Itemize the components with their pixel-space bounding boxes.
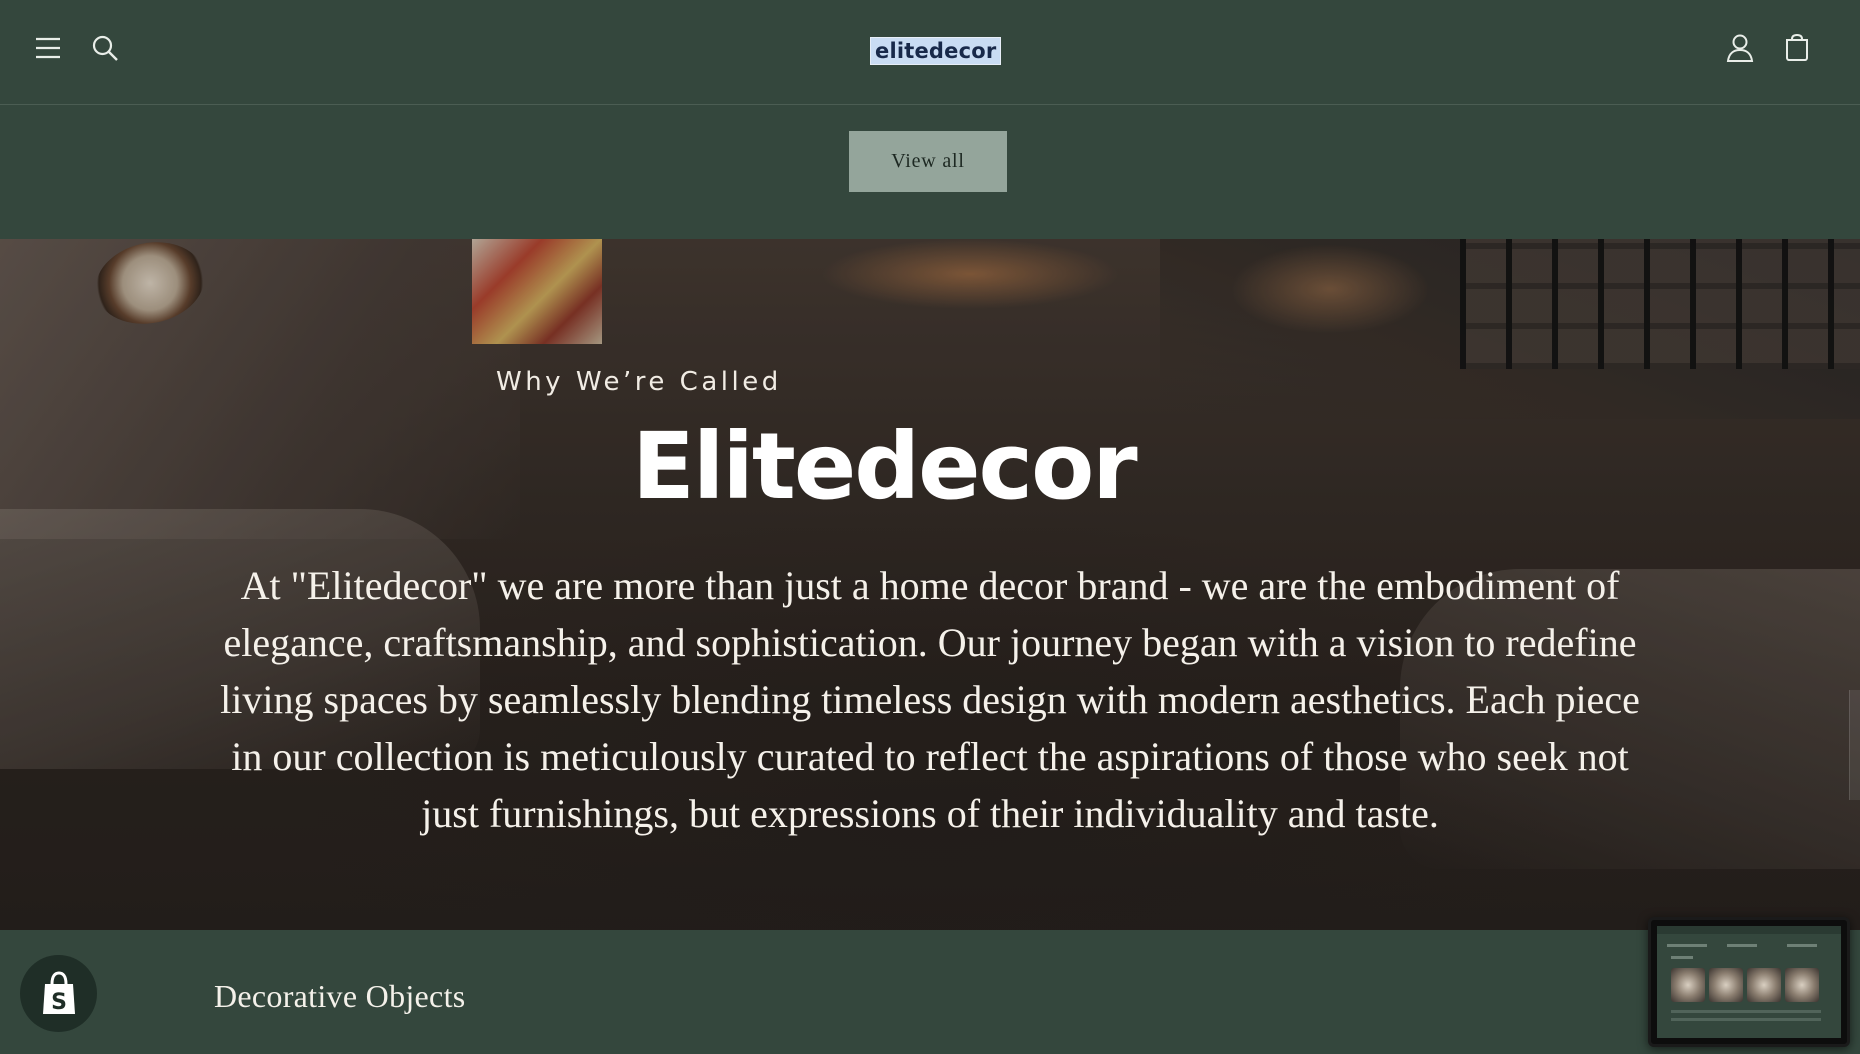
preview-line bbox=[1671, 956, 1693, 959]
preview-product-thumb bbox=[1747, 968, 1781, 1002]
preview-line bbox=[1671, 1018, 1821, 1021]
section-title: Decorative Objects bbox=[214, 978, 466, 1014]
search-icon[interactable] bbox=[85, 28, 125, 68]
site-logo[interactable]: elitedecor bbox=[870, 37, 1002, 65]
preview-product-thumb bbox=[1785, 968, 1819, 1002]
svg-text:S: S bbox=[51, 990, 67, 1015]
hero-content: Why We’re Called Elitedecor At "Elitedec… bbox=[0, 239, 1860, 930]
shopify-bag-icon[interactable]: S bbox=[20, 955, 97, 1032]
preview-header bbox=[1657, 926, 1841, 934]
hero-banner: Why We’re Called Elitedecor At "Elitedec… bbox=[0, 239, 1860, 930]
scrollbar-handle[interactable] bbox=[1849, 690, 1860, 800]
preview-line bbox=[1667, 944, 1707, 947]
preview-screen bbox=[1657, 926, 1841, 1038]
site-header: elitedecor bbox=[0, 0, 1860, 105]
account-icon[interactable] bbox=[1720, 28, 1760, 68]
hero-description: At "Elitedecor" we are more than just a … bbox=[220, 563, 1640, 836]
preview-line bbox=[1671, 1010, 1821, 1013]
preview-line bbox=[1787, 944, 1817, 947]
cart-icon[interactable] bbox=[1777, 28, 1817, 68]
preview-line bbox=[1727, 944, 1757, 947]
hero-kicker: Why We’re Called bbox=[496, 367, 782, 397]
view-all-button[interactable]: View all bbox=[849, 131, 1007, 192]
hamburger-menu-icon[interactable] bbox=[28, 28, 68, 68]
preview-product-thumb bbox=[1671, 968, 1705, 1002]
hero-title: Elitedecor bbox=[632, 413, 1138, 520]
preview-product-thumb bbox=[1709, 968, 1743, 1002]
page-preview-thumbnail[interactable] bbox=[1648, 917, 1850, 1047]
